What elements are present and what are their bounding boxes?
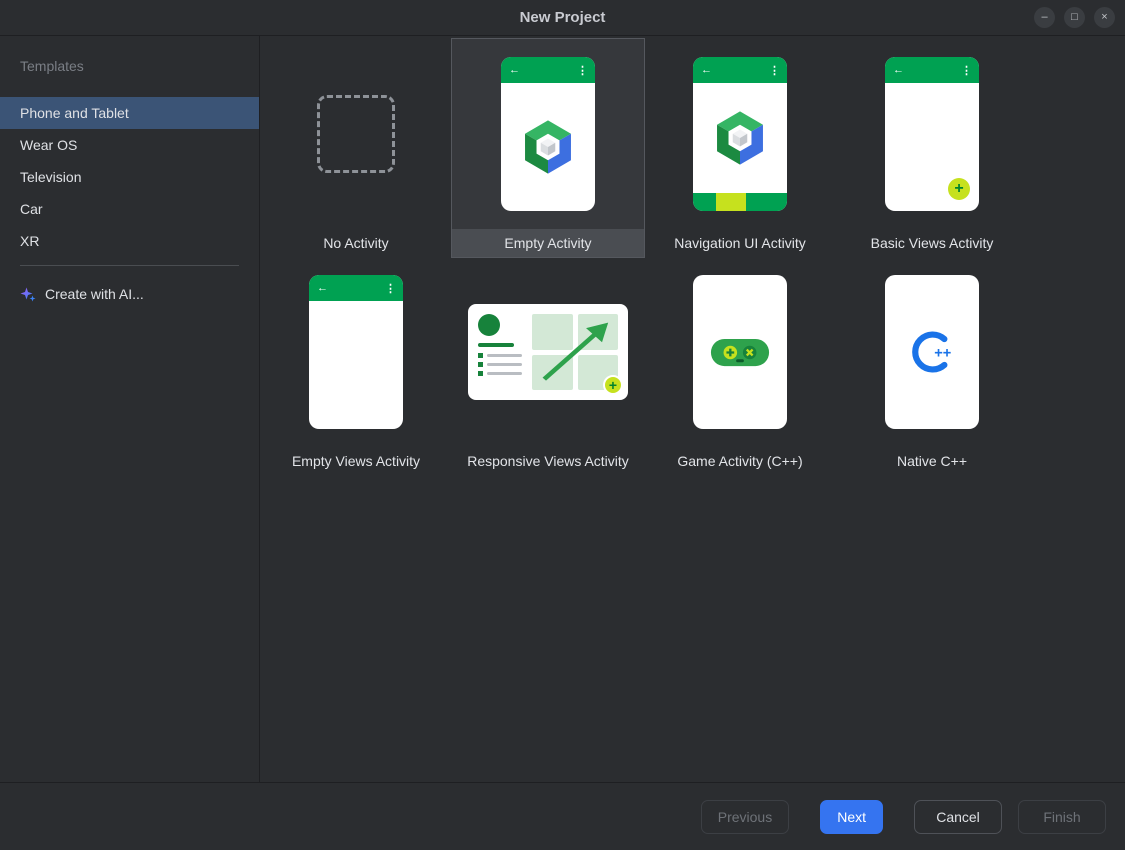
sidebar-item-create-with-ai[interactable]: Create with AI... xyxy=(0,278,259,310)
next-button[interactable]: Next xyxy=(820,800,883,834)
list-line xyxy=(487,372,522,375)
list-line xyxy=(487,354,522,357)
sidebar-divider xyxy=(20,265,239,266)
fab-plus-icon: + xyxy=(948,178,970,200)
gamepad-icon xyxy=(709,333,771,372)
list-title-line xyxy=(478,343,514,347)
phone-header: ← ⋮ xyxy=(309,275,403,301)
kebab-menu-icon: ⋮ xyxy=(385,282,395,295)
ai-sparkle-icon xyxy=(20,286,36,302)
template-label: Responsive Views Activity xyxy=(452,447,644,475)
window-title: New Project xyxy=(520,9,606,26)
template-label: Navigation UI Activity xyxy=(644,229,836,257)
template-card-native-cpp[interactable]: ++ Native C++ xyxy=(836,257,1028,475)
list-bullet xyxy=(478,371,483,376)
titlebar[interactable]: New Project – □ × xyxy=(0,0,1125,36)
close-button[interactable]: × xyxy=(1094,7,1115,28)
template-label: Empty Activity xyxy=(452,229,644,257)
sidebar-item-wear-os[interactable]: Wear OS xyxy=(0,129,259,161)
sidebar-item-label: Car xyxy=(20,201,43,217)
kebab-menu-icon: ⋮ xyxy=(961,64,971,77)
compose-logo-icon xyxy=(711,109,769,167)
template-label: No Activity xyxy=(260,229,452,257)
template-label: Empty Views Activity xyxy=(260,447,452,475)
dialog-content: Templates Phone and Tablet Wear OS Telev… xyxy=(0,36,1125,782)
native-cpp-preview: ++ xyxy=(885,275,979,429)
responsive-list-pane xyxy=(478,314,522,390)
sidebar-header: Templates xyxy=(0,50,259,82)
create-ai-label: Create with AI... xyxy=(45,286,144,302)
templates-sidebar: Templates Phone and Tablet Wear OS Telev… xyxy=(0,36,260,782)
back-arrow-icon: ← xyxy=(317,282,328,294)
dialog-footer: Previous Next Cancel Finish xyxy=(0,782,1125,850)
sidebar-item-television[interactable]: Television xyxy=(0,161,259,193)
back-arrow-icon: ← xyxy=(509,64,520,76)
responsive-grid-pane: + xyxy=(532,314,618,390)
maximize-icon: □ xyxy=(1071,12,1078,23)
list-line xyxy=(487,363,522,366)
list-bullet xyxy=(478,353,483,358)
template-grid: No Activity ← ⋮ xyxy=(260,39,1125,475)
responsive-views-preview: + xyxy=(468,304,628,400)
kebab-menu-icon: ⋮ xyxy=(769,64,779,77)
back-arrow-icon: ← xyxy=(893,64,904,76)
basic-views-preview: ← ⋮ + xyxy=(885,57,979,211)
template-card-responsive-views-activity[interactable]: + Responsive Views Activity xyxy=(452,257,644,475)
sidebar-item-label: Wear OS xyxy=(20,137,77,153)
previous-button[interactable]: Previous xyxy=(701,800,789,834)
maximize-button[interactable]: □ xyxy=(1064,7,1085,28)
sidebar-item-xr[interactable]: XR xyxy=(0,225,259,257)
template-card-empty-views-activity[interactable]: ← ⋮ Empty Views Activity xyxy=(260,257,452,475)
avatar-icon xyxy=(478,314,500,336)
bottom-nav-bar xyxy=(693,193,787,211)
new-project-dialog: New Project – □ × Templates Phone and Ta… xyxy=(0,0,1125,850)
cpp-logo-icon: ++ xyxy=(905,325,959,379)
back-arrow-icon: ← xyxy=(701,64,712,76)
list-bullet xyxy=(478,362,483,367)
template-card-no-activity[interactable]: No Activity xyxy=(260,39,452,257)
sidebar-item-label: Phone and Tablet xyxy=(20,105,129,121)
sidebar-item-car[interactable]: Car xyxy=(0,193,259,225)
close-icon: × xyxy=(1101,12,1107,23)
sidebar-item-label: XR xyxy=(20,233,39,249)
template-gallery: No Activity ← ⋮ xyxy=(260,36,1125,782)
fab-plus-icon: + xyxy=(603,375,623,395)
phone-header: ← ⋮ xyxy=(693,57,787,83)
kebab-menu-icon: ⋮ xyxy=(577,64,587,77)
empty-activity-preview: ← ⋮ xyxy=(501,57,595,211)
template-label: Native C++ xyxy=(836,447,1028,475)
nav-selected-segment xyxy=(716,193,746,211)
empty-views-preview: ← ⋮ xyxy=(309,275,403,429)
cancel-button[interactable]: Cancel xyxy=(914,800,1002,834)
svg-text:++: ++ xyxy=(934,346,951,362)
sidebar-item-phone-and-tablet[interactable]: Phone and Tablet xyxy=(0,97,259,129)
game-activity-preview xyxy=(693,275,787,429)
phone-header: ← ⋮ xyxy=(885,57,979,83)
template-card-empty-activity[interactable]: ← ⋮ xyxy=(452,39,644,257)
navigation-ui-preview: ← ⋮ xyxy=(693,57,787,211)
window-controls: – □ × xyxy=(1034,7,1115,28)
template-card-navigation-ui-activity[interactable]: ← ⋮ xyxy=(644,39,836,257)
sidebar-item-label: Television xyxy=(20,169,81,185)
no-activity-placeholder-icon xyxy=(317,95,395,173)
template-card-game-activity[interactable]: Game Activity (C++) xyxy=(644,257,836,475)
compose-logo-icon xyxy=(519,118,577,176)
template-card-basic-views-activity[interactable]: ← ⋮ + Basic Views Activity xyxy=(836,39,1028,257)
template-label: Game Activity (C++) xyxy=(644,447,836,475)
minimize-icon: – xyxy=(1041,12,1047,23)
finish-button[interactable]: Finish xyxy=(1018,800,1106,834)
minimize-button[interactable]: – xyxy=(1034,7,1055,28)
phone-header: ← ⋮ xyxy=(501,57,595,83)
template-label: Basic Views Activity xyxy=(836,229,1028,257)
